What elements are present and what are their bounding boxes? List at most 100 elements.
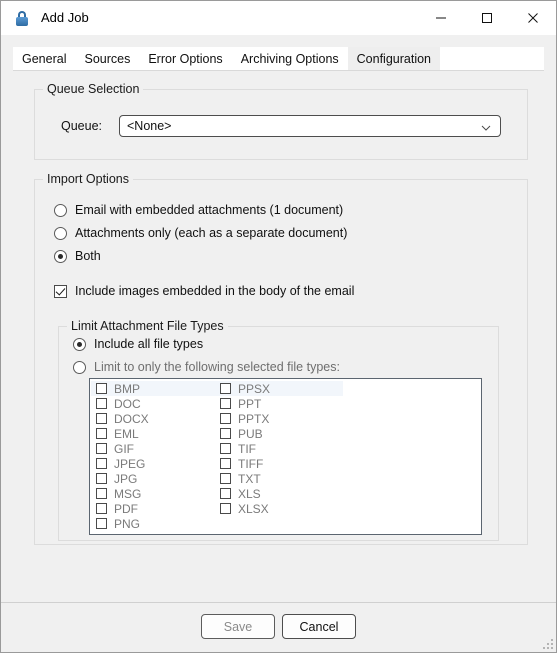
file-types-listbox[interactable]: BMP DOC DOCX EML GIF JPEG JPG MSG PDF PNG PPSX PPT… — [89, 378, 482, 535]
file-type-label: TIF — [238, 441, 256, 456]
maximize-icon — [482, 13, 492, 23]
file-type-item[interactable]: DOC — [93, 396, 217, 411]
file-type-label: XLSX — [238, 501, 269, 516]
file-type-label: JPEG — [114, 456, 146, 471]
radio-label: Limit to only the following selected fil… — [94, 360, 340, 374]
tab-sources[interactable]: Sources — [75, 47, 139, 70]
file-type-label: TIFF — [238, 456, 264, 471]
checkbox-icon — [96, 428, 107, 439]
resize-grip-icon[interactable] — [542, 638, 553, 649]
radio-icon — [73, 360, 86, 374]
radio-label: Include all file types — [94, 337, 204, 351]
dialog-footer: Save Cancel — [1, 602, 556, 652]
cancel-button[interactable]: Cancel — [282, 614, 356, 639]
file-type-item[interactable]: PUB — [217, 426, 347, 441]
limit-file-types-legend: Limit Attachment File Types — [67, 319, 228, 333]
file-type-label: JPG — [114, 471, 138, 486]
file-type-label: BMP — [114, 381, 141, 396]
file-type-item[interactable]: TIFF — [217, 456, 347, 471]
radio-label: Email with embedded attachments (1 docum… — [75, 203, 344, 217]
radio-label: Both — [75, 249, 101, 263]
checkbox-icon — [96, 398, 107, 409]
file-type-item[interactable]: BMP — [93, 381, 217, 396]
checkbox-icon — [220, 473, 231, 484]
file-type-item[interactable]: PPT — [217, 396, 347, 411]
checkbox-icon — [220, 488, 231, 499]
file-type-label: PUB — [238, 426, 263, 441]
minimize-icon — [436, 17, 446, 19]
file-type-item[interactable]: JPG — [93, 471, 217, 486]
queue-combobox[interactable]: <None> — [119, 115, 501, 137]
radio-attachments-only[interactable]: Attachments only (each as a separate doc… — [54, 226, 347, 240]
checkbox-icon — [96, 458, 107, 469]
file-type-item[interactable]: MSG — [93, 486, 217, 501]
tab-general[interactable]: General — [13, 47, 75, 70]
radio-label: Attachments only (each as a separate doc… — [75, 226, 348, 240]
radio-icon — [54, 203, 67, 217]
radio-both[interactable]: Both — [54, 249, 101, 263]
tab-error-options[interactable]: Error Options — [139, 47, 231, 70]
add-job-dialog: Add Job General Sources Error Options Ar… — [0, 0, 557, 653]
checkbox-icon — [96, 473, 107, 484]
maximize-button[interactable] — [464, 1, 510, 35]
file-type-label: PPSX — [238, 381, 271, 396]
queue-combobox-value: <None> — [127, 119, 172, 133]
file-type-item[interactable]: TXT — [217, 471, 347, 486]
save-button[interactable]: Save — [201, 614, 275, 639]
window-title: Add Job — [41, 10, 89, 25]
close-icon — [528, 13, 538, 23]
minimize-button[interactable] — [418, 1, 464, 35]
tab-configuration[interactable]: Configuration — [347, 47, 441, 70]
radio-limit-to-selected-file-types[interactable]: Limit to only the following selected fil… — [73, 360, 340, 374]
checkbox-icon — [220, 458, 231, 469]
checkbox-icon — [96, 413, 107, 424]
checkbox-icon — [220, 428, 231, 439]
file-type-item[interactable]: XLSX — [217, 501, 347, 516]
checkbox-icon — [220, 443, 231, 454]
checkbox-icon — [220, 383, 231, 394]
checkbox-icon — [96, 503, 107, 514]
file-type-item[interactable]: PDF — [93, 501, 217, 516]
file-type-label: PPTX — [238, 411, 270, 426]
import-options-legend: Import Options — [43, 172, 133, 186]
file-type-item[interactable]: PPSX — [217, 381, 347, 396]
radio-email-with-embedded-attachments[interactable]: Email with embedded attachments (1 docum… — [54, 203, 343, 217]
tab-archiving-options[interactable]: Archiving Options — [232, 47, 348, 70]
radio-icon-selected — [73, 337, 86, 351]
queue-label: Queue: — [61, 119, 103, 133]
file-type-item[interactable]: PPTX — [217, 411, 347, 426]
checkbox-include-embedded-images[interactable]: Include images embedded in the body of t… — [54, 284, 354, 298]
radio-icon — [54, 226, 67, 240]
file-type-label: PNG — [114, 516, 141, 531]
file-type-item[interactable]: DOCX — [93, 411, 217, 426]
file-type-item[interactable]: PNG — [93, 516, 217, 531]
tab-bar: General Sources Error Options Archiving … — [13, 47, 544, 71]
checkbox-icon — [96, 443, 107, 454]
checkbox-icon-checked — [54, 284, 67, 298]
close-button[interactable] — [510, 1, 556, 35]
checkbox-icon — [220, 503, 231, 514]
file-type-item[interactable]: TIF — [217, 441, 347, 456]
file-type-item[interactable]: EML — [93, 426, 217, 441]
file-type-label: PDF — [114, 501, 138, 516]
radio-icon-selected — [54, 249, 67, 263]
file-type-label: XLS — [238, 486, 261, 501]
file-type-item[interactable]: JPEG — [93, 456, 217, 471]
file-type-label: MSG — [114, 486, 142, 501]
file-type-item[interactable]: XLS — [217, 486, 347, 501]
file-type-label: GIF — [114, 441, 134, 456]
queue-selection-legend: Queue Selection — [43, 82, 144, 96]
titlebar: Add Job — [1, 1, 556, 35]
checkbox-icon — [96, 383, 107, 394]
checkbox-icon — [220, 413, 231, 424]
file-type-label: EML — [114, 426, 139, 441]
checkbox-icon — [96, 518, 107, 529]
window-controls — [418, 1, 556, 35]
chevron-down-icon — [480, 121, 492, 139]
file-types-column-left: BMP DOC DOCX EML GIF JPEG JPG MSG PDF PNG — [93, 381, 217, 531]
radio-include-all-file-types[interactable]: Include all file types — [73, 337, 203, 351]
file-type-label: PPT — [238, 396, 262, 411]
file-type-item[interactable]: GIF — [93, 441, 217, 456]
checkbox-icon — [96, 488, 107, 499]
file-types-column-right: PPSX PPT PPTX PUB TIF TIFF TXT XLS XLSX — [217, 381, 347, 516]
